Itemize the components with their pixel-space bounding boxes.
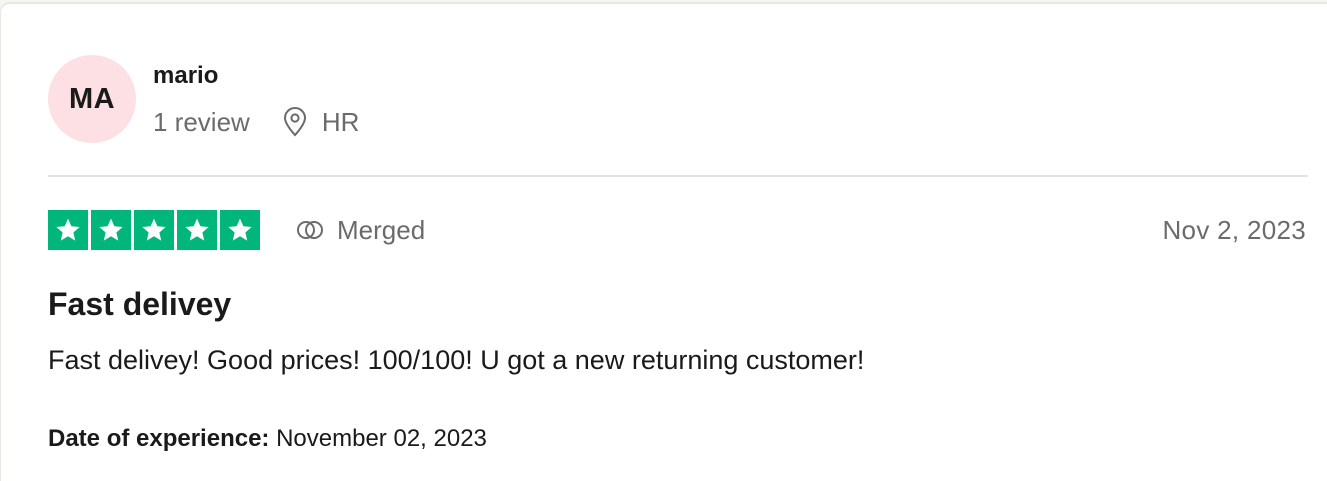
experience-date: November 02, 2023	[276, 425, 487, 452]
reviewer-country: HR	[321, 106, 360, 137]
review-count: 1 review	[153, 106, 250, 137]
divider	[48, 175, 1308, 177]
merged-badge[interactable]: Merged	[295, 212, 425, 248]
reviewer-name[interactable]: mario	[153, 62, 218, 90]
review-title[interactable]: Fast delivey	[48, 286, 231, 323]
avatar-initials: MA	[68, 82, 116, 115]
location-pin-icon	[282, 107, 308, 137]
experience-label: Date of experience:	[48, 425, 270, 452]
avatar[interactable]: MA	[48, 55, 136, 143]
star-icon	[91, 210, 131, 250]
star-rating	[48, 210, 260, 250]
date-of-experience: Date of experience: November 02, 2023	[48, 425, 487, 453]
star-icon	[177, 210, 217, 250]
review-card: MA mario 1 review HR Merged Nov 2, 2023 …	[0, 2, 1327, 481]
review-body: Fast delivey! Good prices! 100/100! U go…	[48, 345, 865, 375]
review-date: Nov 2, 2023	[1162, 214, 1306, 245]
merged-icon	[295, 219, 325, 241]
merged-label: Merged	[337, 214, 426, 245]
star-icon	[48, 210, 88, 250]
star-icon	[220, 210, 260, 250]
star-icon	[134, 210, 174, 250]
reviewer-meta: 1 review HR	[153, 105, 359, 139]
